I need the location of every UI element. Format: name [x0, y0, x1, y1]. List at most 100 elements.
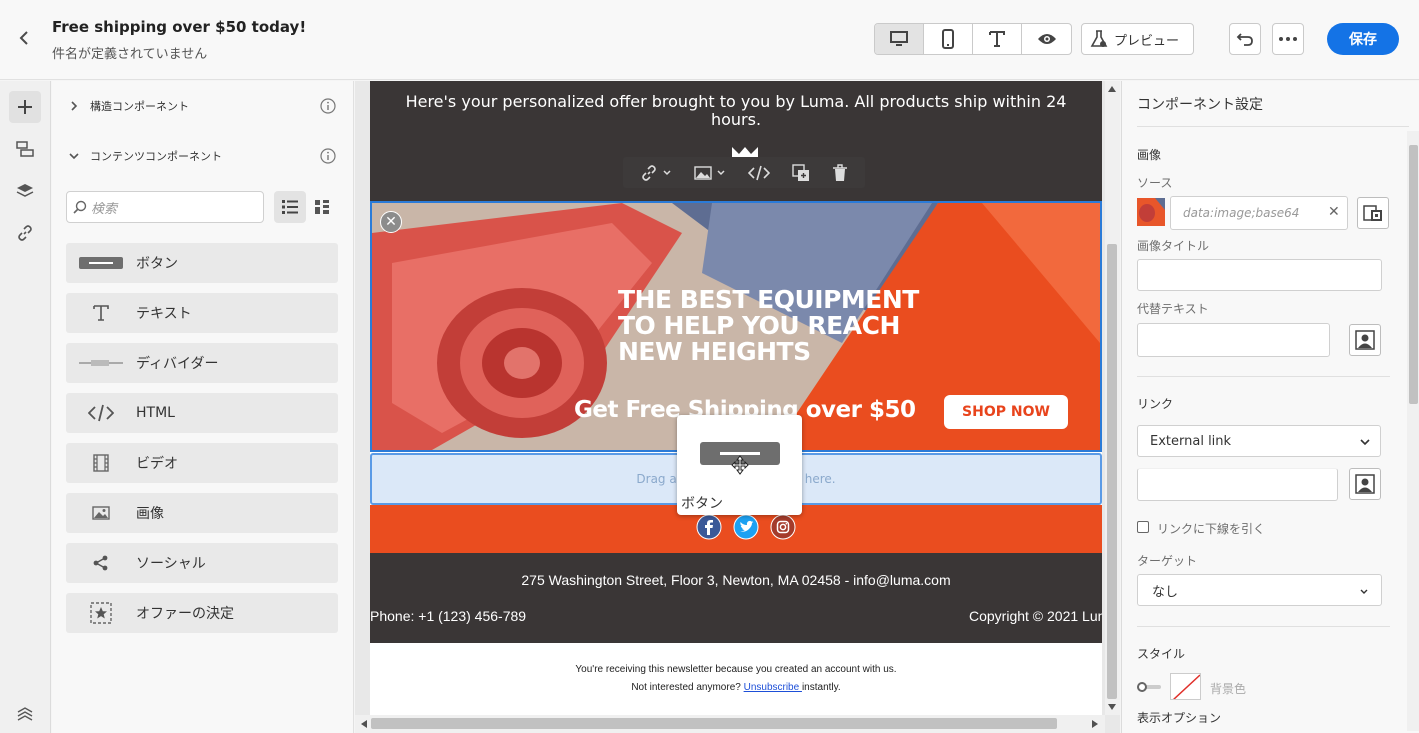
preview-label: プレビュー [1114, 33, 1180, 49]
chevron-down-icon [1360, 589, 1368, 594]
component-image[interactable]: 画像 [66, 493, 338, 533]
preview-button[interactable]: プレビュー [1081, 23, 1194, 55]
link-icon [18, 225, 32, 241]
eye-view-button[interactable] [1022, 24, 1071, 54]
desktop-view-button[interactable] [875, 24, 924, 54]
layers-settings-icon [17, 707, 33, 721]
links-button[interactable] [9, 217, 41, 249]
email-footer[interactable]: 275 Washington Street, Floor 3, Newton, … [370, 553, 1102, 643]
drag-preview-card[interactable]: ボタン [677, 415, 802, 515]
settings-bottom-button[interactable] [9, 699, 41, 731]
canvas-horizontal-scroll-thumb[interactable] [371, 718, 1057, 729]
link-type-select[interactable]: External link [1137, 425, 1381, 457]
component-video[interactable]: ビデオ [66, 443, 338, 483]
component-button[interactable]: ボタン [66, 243, 338, 283]
content-components-section[interactable]: コンテンツコンポーネント [68, 144, 348, 168]
footer-phone: Phone: +1 (123) 456-789 [370, 608, 527, 624]
component-offer-decision[interactable]: オファーの決定 [66, 593, 338, 633]
component-search-input[interactable]: 検索 [66, 191, 264, 223]
facebook-icon[interactable] [696, 514, 722, 540]
component-text[interactable]: テキスト [66, 293, 338, 333]
source-value: data:image;base64 [1183, 206, 1300, 220]
remove-image-close-icon[interactable]: ✕ [380, 211, 402, 233]
layers-button[interactable] [9, 175, 41, 207]
unsubscribe-link[interactable]: Unsubscribe [744, 682, 802, 693]
background-color-swatch[interactable] [1170, 673, 1201, 700]
message-subject: 件名が定義されていません [52, 47, 208, 62]
clear-source-close-icon[interactable]: ✕ [1328, 204, 1340, 220]
duplicate-icon[interactable] [792, 163, 810, 182]
settings-title: コンポーネント設定 [1137, 97, 1263, 113]
component-label: ビデオ [136, 456, 178, 472]
divider [1137, 126, 1409, 127]
settings-scroll-thumb[interactable] [1409, 145, 1418, 404]
add-components-button[interactable] [9, 91, 41, 123]
save-button[interactable]: 保存 [1327, 23, 1399, 55]
trash-icon[interactable] [832, 163, 848, 182]
more-options-button[interactable] [1272, 23, 1304, 55]
code-icon[interactable] [748, 165, 770, 181]
canvas-vertical-scroll-thumb[interactable] [1107, 244, 1117, 699]
scroll-down-arrow-icon[interactable] [1107, 703, 1117, 711]
scroll-left-arrow-icon[interactable] [360, 719, 368, 729]
desktop-icon [890, 31, 908, 46]
hero-line-3: NEW HEIGHTS [618, 337, 811, 366]
divider [1137, 626, 1390, 627]
alt-text-input[interactable] [1137, 323, 1330, 357]
info-icon[interactable] [320, 148, 336, 164]
image-title-label: 画像タイトル [1137, 239, 1210, 253]
alt-text-personalize-button[interactable] [1349, 324, 1381, 356]
background-color-toggle[interactable] [1137, 682, 1161, 692]
underline-checkbox[interactable] [1137, 521, 1149, 533]
target-select[interactable]: なし [1137, 574, 1382, 606]
plus-icon [18, 100, 32, 114]
list-view-toggle[interactable] [274, 191, 306, 223]
no-color-slash-icon [1172, 674, 1200, 699]
component-settings-panel: コンポーネント設定 画像 ソース data:image;base64 ✕ 画像タ… [1121, 81, 1419, 733]
share-icon [66, 555, 136, 571]
link-type-value: External link [1150, 433, 1232, 449]
divider-icon [66, 359, 136, 367]
button-icon [66, 257, 136, 269]
link-url-input[interactable] [1137, 468, 1338, 501]
asset-browse-icon [1363, 205, 1382, 221]
message-title: Free shipping over $50 today! [52, 18, 307, 36]
component-label: テキスト [136, 306, 192, 322]
image-dropdown-button[interactable] [694, 165, 726, 180]
more-dots-icon [1279, 37, 1297, 41]
left-rail [0, 81, 51, 733]
text-icon [66, 304, 136, 322]
structure-components-section[interactable]: 構造コンポーネント [68, 94, 348, 118]
mobile-view-button[interactable] [924, 24, 973, 54]
instagram-icon[interactable] [770, 514, 796, 540]
grid-view-toggle[interactable] [308, 191, 336, 223]
component-divider[interactable]: ディバイダー [66, 343, 338, 383]
offer-decision-icon [66, 602, 136, 624]
text-view-button[interactable] [973, 24, 1022, 54]
image-title-input[interactable] [1137, 259, 1382, 291]
component-social[interactable]: ソーシャル [66, 543, 338, 583]
browse-assets-button[interactable] [1357, 197, 1389, 229]
legal-block: You're receiving this newsletter because… [370, 661, 1102, 697]
link-dropdown-button[interactable] [640, 164, 672, 182]
twitter-icon[interactable] [733, 514, 759, 540]
source-input[interactable]: data:image;base64 ✕ [1170, 196, 1348, 230]
link-icon [642, 164, 656, 181]
video-icon [66, 454, 136, 472]
info-icon[interactable] [320, 98, 336, 114]
top-bar: Free shipping over $50 today! 件名が定義されていま… [0, 0, 1419, 80]
component-label: オファーの決定 [136, 606, 234, 622]
image-icon [694, 165, 712, 180]
scroll-right-arrow-icon[interactable] [1091, 719, 1099, 729]
alt-text-label: 代替テキスト [1137, 302, 1209, 316]
legal-line-2-suffix: instantly. [801, 682, 841, 693]
link-personalize-button[interactable] [1349, 468, 1381, 500]
fragments-button[interactable] [9, 133, 41, 165]
undo-button[interactable] [1229, 23, 1261, 55]
scroll-up-arrow-icon[interactable] [1107, 85, 1117, 93]
display-options-label: 表示オプション [1137, 711, 1222, 725]
component-html[interactable]: HTML [66, 393, 338, 433]
back-chevron-icon[interactable] [14, 28, 34, 48]
grid-icon [315, 200, 329, 214]
shop-now-button[interactable]: SHOP NOW [944, 395, 1068, 429]
